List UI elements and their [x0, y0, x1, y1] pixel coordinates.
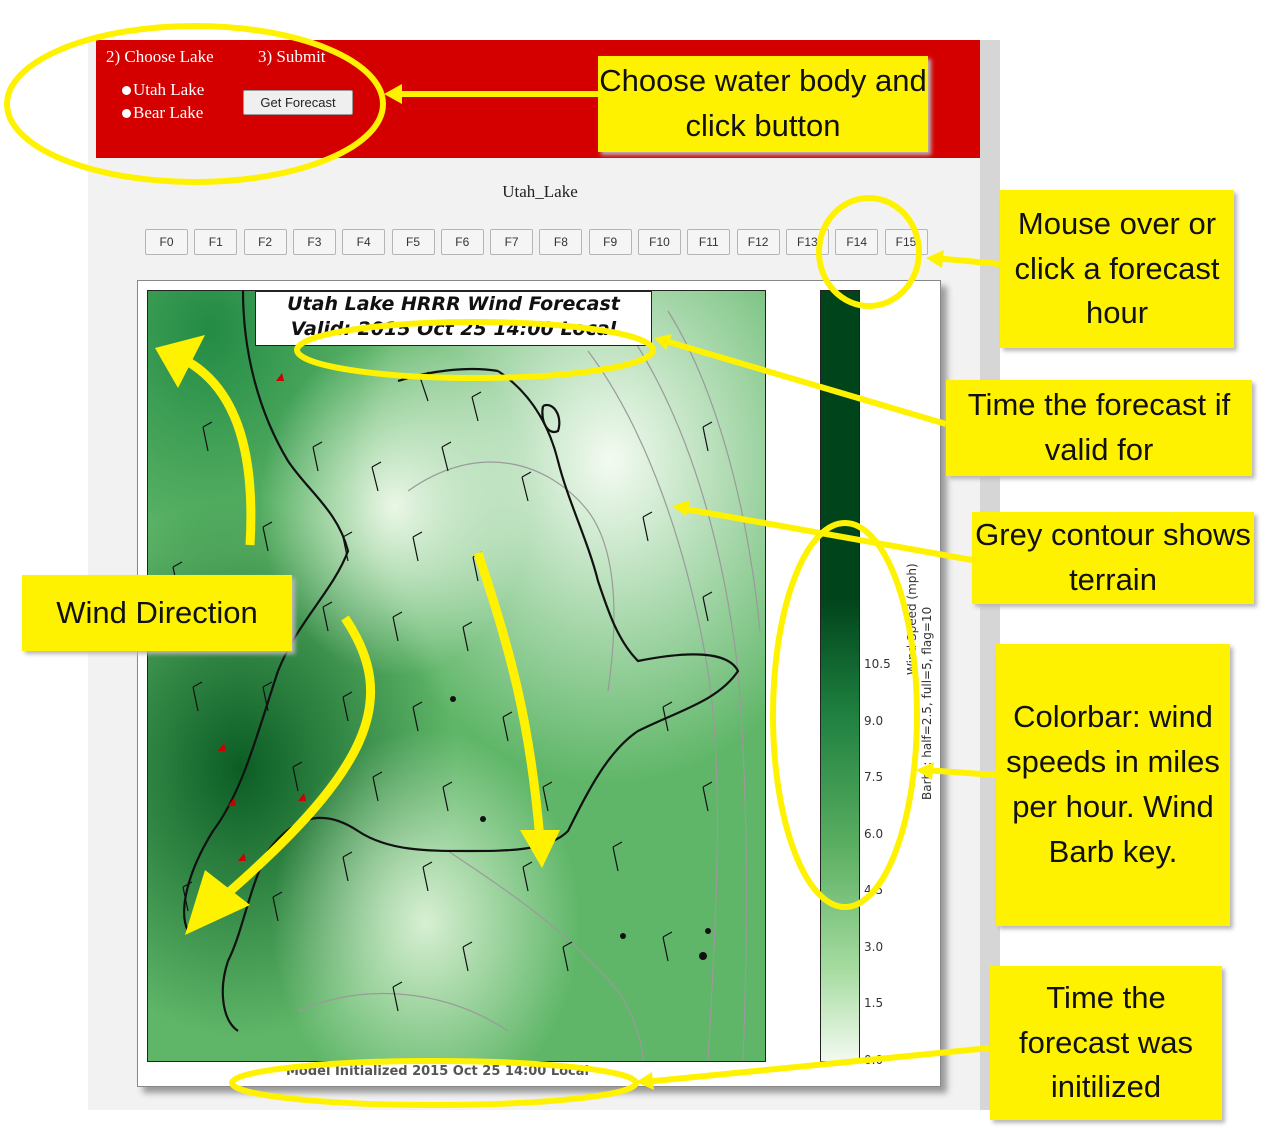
- arrowhead-north: [155, 335, 205, 388]
- callout-init-time: Time the forecast was initilized: [990, 966, 1222, 1120]
- init-arrow: [643, 1045, 991, 1085]
- wind-arrow-south: [473, 551, 545, 841]
- colorbar-arrow: [923, 767, 997, 778]
- controls-highlight-ellipse: [4, 23, 386, 185]
- callout-wind-direction: Wind Direction: [22, 575, 292, 651]
- callout-valid-time: Time the forecast if valid for: [946, 380, 1252, 476]
- wind-arrow-southwest: [217, 615, 376, 904]
- hour-arrow: [933, 255, 1001, 267]
- callout-terrain: Grey contour shows terrain: [972, 512, 1254, 604]
- valid-time-highlight-ellipse: [294, 319, 656, 381]
- callout-colorbar: Colorbar: wind speeds in miles per hour.…: [996, 644, 1230, 926]
- colorbar-highlight-ellipse: [770, 520, 920, 910]
- terrain-arrow: [679, 505, 973, 563]
- init-time-highlight-ellipse: [229, 1058, 639, 1108]
- hour-highlight-ellipse: [816, 195, 922, 309]
- arrowhead-south: [520, 830, 560, 868]
- valid-arrow: [661, 337, 947, 427]
- callout-mouse-over: Mouse over or click a forecast hour: [1000, 190, 1234, 348]
- wind-arrow-north: [182, 356, 256, 546]
- callout-choose: Choose water body and click button: [598, 56, 928, 152]
